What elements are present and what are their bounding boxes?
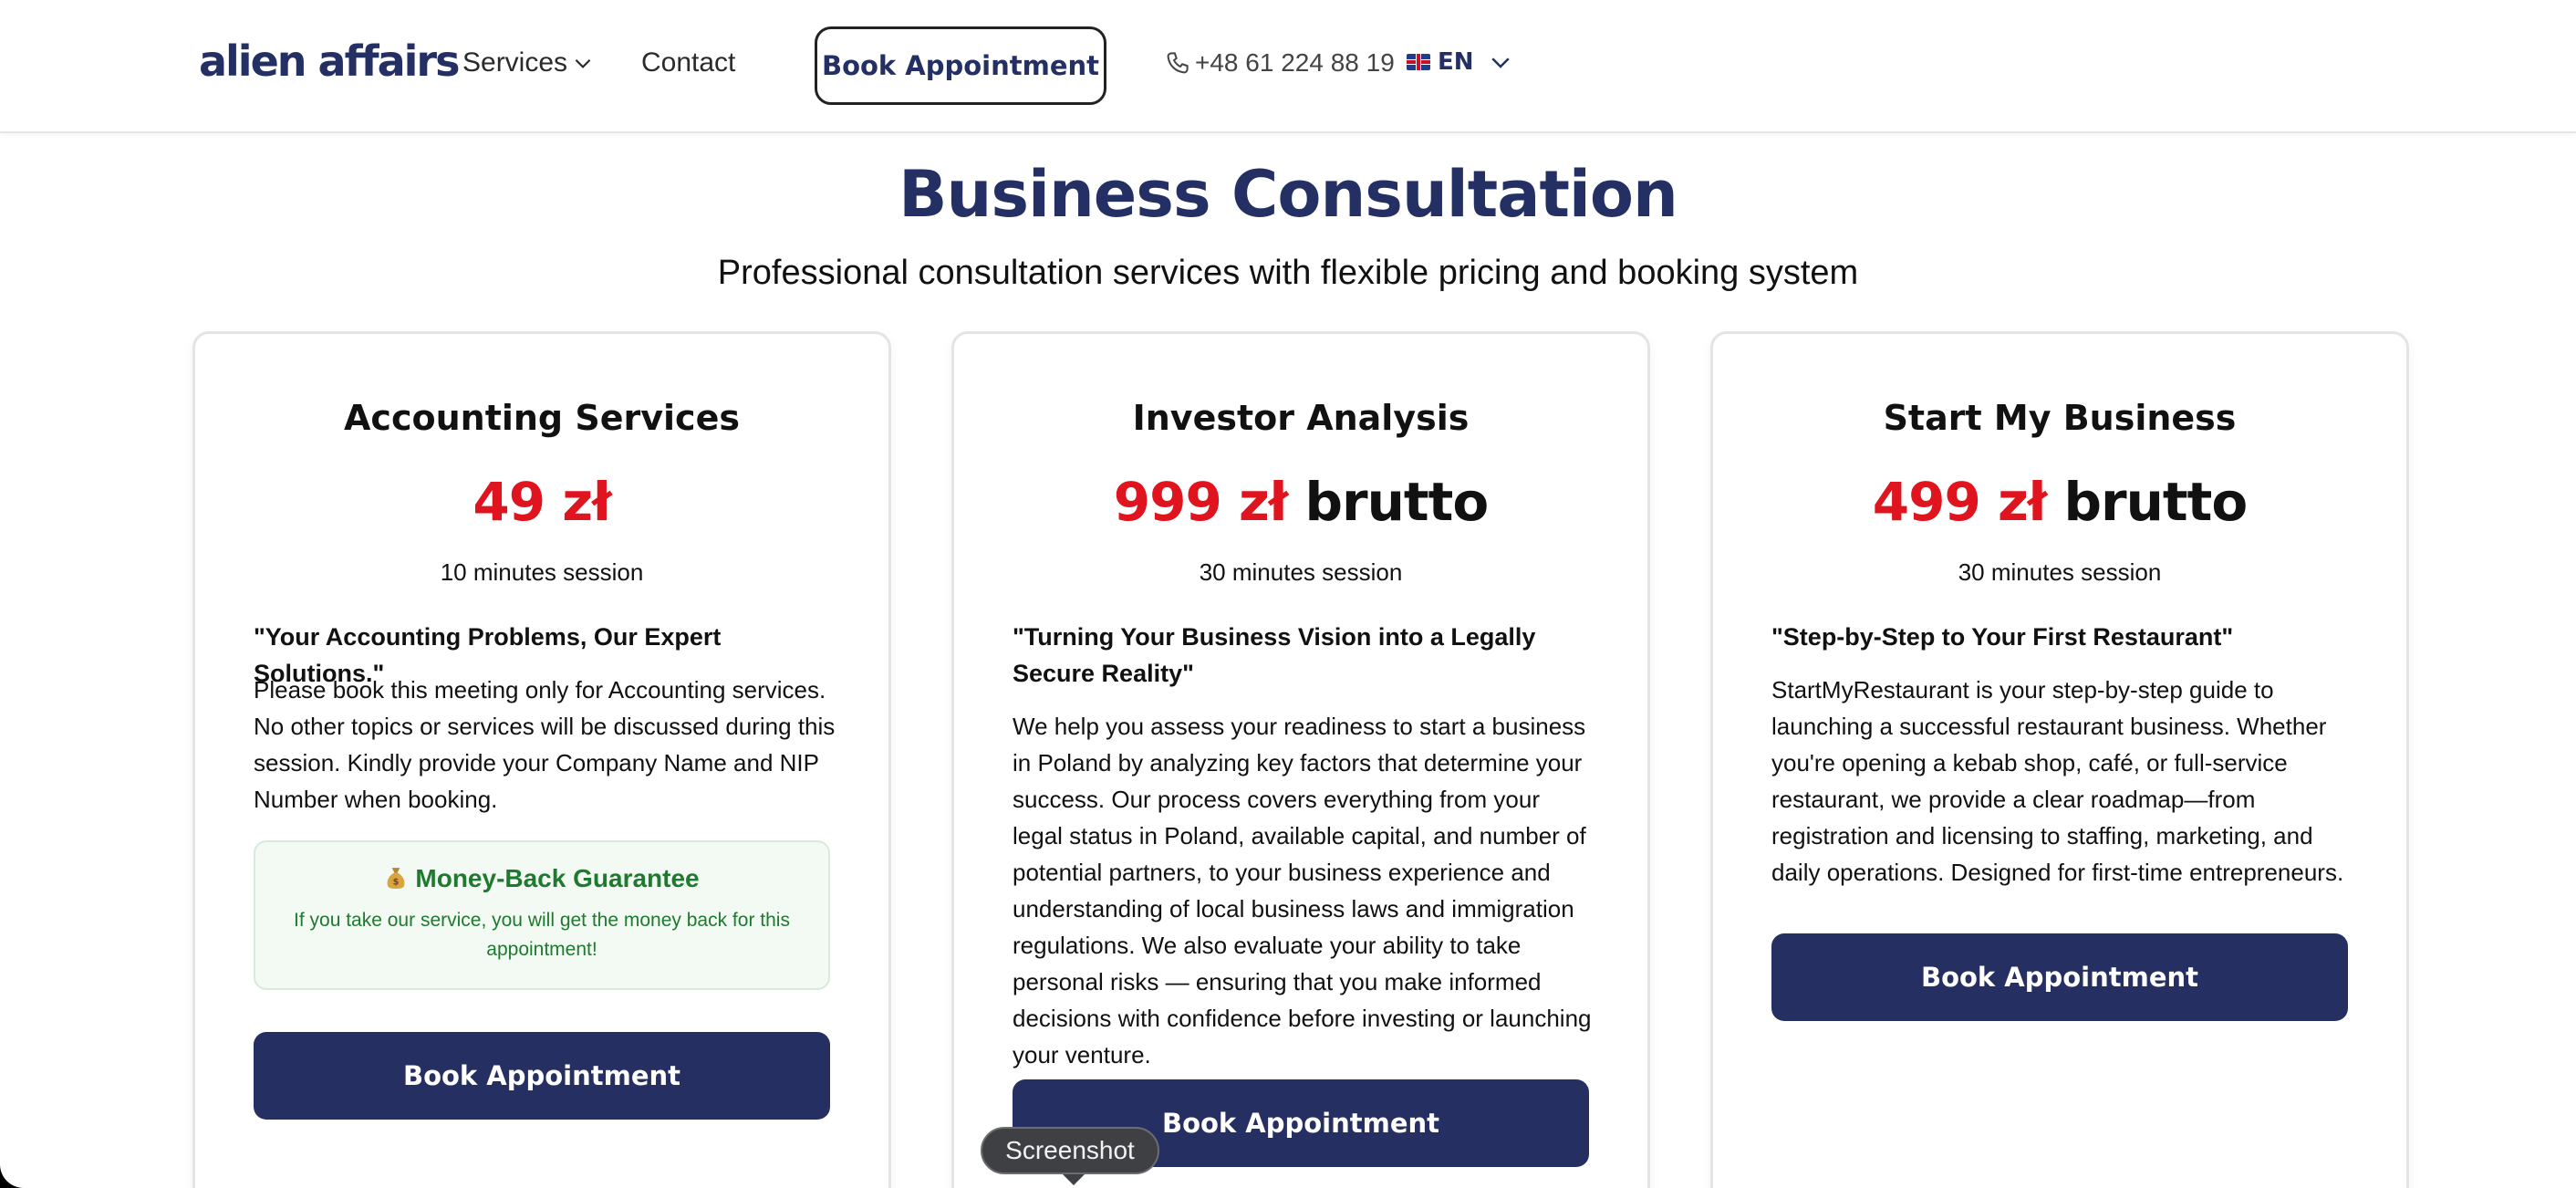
card-tagline: "Turning Your Business Vision into a Leg… [1013, 623, 1536, 687]
phone-number: +48 61 224 88 19 [1195, 48, 1395, 77]
price-suffix: brutto [1304, 471, 1490, 533]
logo[interactable]: alien affairs [199, 36, 460, 86]
svg-text:$: $ [393, 877, 400, 887]
card-price: 499 zł brutto [1713, 471, 2406, 533]
screenshot-tooltip: Screenshot [981, 1127, 1159, 1185]
card-description: We help you assess your readiness to sta… [1013, 713, 1592, 1068]
service-card-accounting: Accounting Services 49 zł 10 minutes ses… [192, 331, 891, 1188]
chevron-down-icon [1491, 57, 1510, 68]
session-duration: 30 minutes session [1199, 558, 1403, 586]
book-appointment-button[interactable]: Book Appointment [254, 1032, 830, 1120]
nav-contact-link[interactable]: Contact [641, 47, 735, 78]
chevron-down-icon [575, 58, 591, 68]
header-book-appointment-button[interactable]: Book Appointment [815, 26, 1106, 105]
uk-flag-icon [1407, 54, 1430, 70]
guarantee-text: If you take our service, you will get th… [294, 910, 790, 960]
session-duration: 30 minutes session [1958, 558, 2162, 586]
card-title: Accounting Services [344, 398, 740, 438]
card-title: Start My Business [1883, 398, 2237, 438]
money-bag-icon: $ [387, 868, 405, 890]
price-amount: 499 zł [1872, 471, 2048, 533]
card-price: 999 zł brutto [954, 471, 1647, 533]
money-back-guarantee-box: $ Money-Back Guarantee If you take our s… [254, 840, 830, 990]
page: alien affairs Services Contact Book Appo… [0, 0, 2576, 1188]
price-amount: 49 zł [473, 471, 611, 533]
phone-icon [1167, 52, 1189, 74]
language-selector[interactable]: EN [1407, 48, 1514, 76]
nav-services-label: Services [462, 47, 568, 78]
service-card-investor-analysis: Investor Analysis 999 zł brutto 30 minut… [951, 331, 1650, 1188]
language-label: EN [1438, 48, 1474, 76]
card-description: Please book this meeting only for Accoun… [254, 676, 836, 813]
site-header: alien affairs Services Contact Book Appo… [0, 0, 2576, 133]
price-amount: 999 zł [1113, 471, 1289, 533]
card-title: Investor Analysis [1132, 398, 1470, 438]
price-suffix: brutto [2063, 471, 2249, 533]
card-tagline: "Step-by-Step to Your First Restaurant" [1771, 623, 2234, 651]
nav-services-dropdown[interactable]: Services [462, 47, 595, 78]
book-appointment-button[interactable]: Book Appointment [1771, 933, 2348, 1021]
guarantee-heading: $ Money-Back Guarantee [255, 864, 828, 893]
page-title: Business Consultation [898, 157, 1678, 232]
phone-link[interactable]: +48 61 224 88 19 [1164, 48, 1395, 78]
card-price: 49 zł [195, 471, 888, 533]
guarantee-title: Money-Back Guarantee [415, 864, 700, 892]
session-duration: 10 minutes session [440, 558, 644, 586]
service-card-start-my-business: Start My Business 499 zł brutto 30 minut… [1710, 331, 2409, 1188]
card-description: StartMyRestaurant is your step-by-step g… [1771, 676, 2344, 886]
page-subtitle: Professional consultation services with … [717, 254, 1859, 292]
